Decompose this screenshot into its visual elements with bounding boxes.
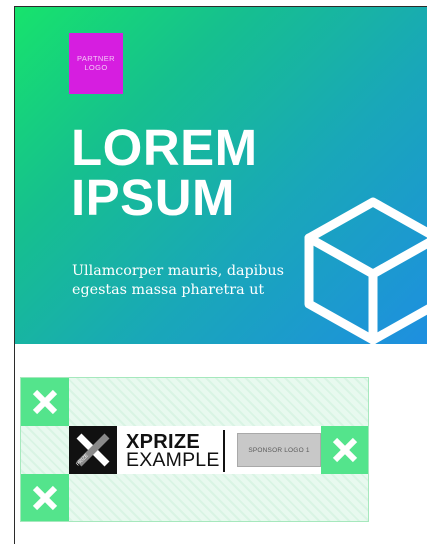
hero-section: PARTNER LOGO LOREM IPSUM Ullamcorper mau… (15, 7, 427, 344)
hero-title-line1: LOREM (71, 119, 258, 176)
xprize-wordmark: XPRIZE EXAMPLE (126, 432, 220, 471)
xprize-logo-mark: PRIZE (69, 426, 117, 474)
x-mark-icon (321, 426, 368, 474)
x-mark-icon (21, 378, 69, 426)
xprize-banner-mockup: PRIZE XPRIZE EXAMPLE SPONSOR LOGO 1 (20, 377, 369, 522)
partner-logo-line2: LOGO (84, 62, 108, 72)
cube-outline-icon (304, 197, 427, 344)
hero-subtitle-line1: Ullamcorper mauris, dapibus (72, 263, 284, 279)
logo-band: PRIZE XPRIZE EXAMPLE SPONSOR LOGO 1 (69, 426, 321, 474)
brand-line2: EXAMPLE (126, 449, 220, 471)
sponsor-logo-label: SPONSOR LOGO 1 (248, 446, 310, 454)
page-canvas: PARTNER LOGO LOREM IPSUM Ullamcorper mau… (14, 6, 427, 544)
sponsor-logo: SPONSOR LOGO 1 (237, 433, 321, 467)
hero-title-line2: IPSUM (71, 168, 236, 226)
hero-subtitle-line2: egestas massa pharetra ut (72, 281, 265, 298)
hero-subtitle: Ullamcorper mauris, dapibus egestas mass… (72, 262, 302, 300)
x-mark-icon (21, 474, 69, 521)
hero-title: LOREM IPSUM (71, 119, 258, 226)
partner-logo: PARTNER LOGO (69, 33, 123, 94)
xprize-x-icon: PRIZE (75, 433, 110, 467)
logo-divider (223, 430, 225, 472)
